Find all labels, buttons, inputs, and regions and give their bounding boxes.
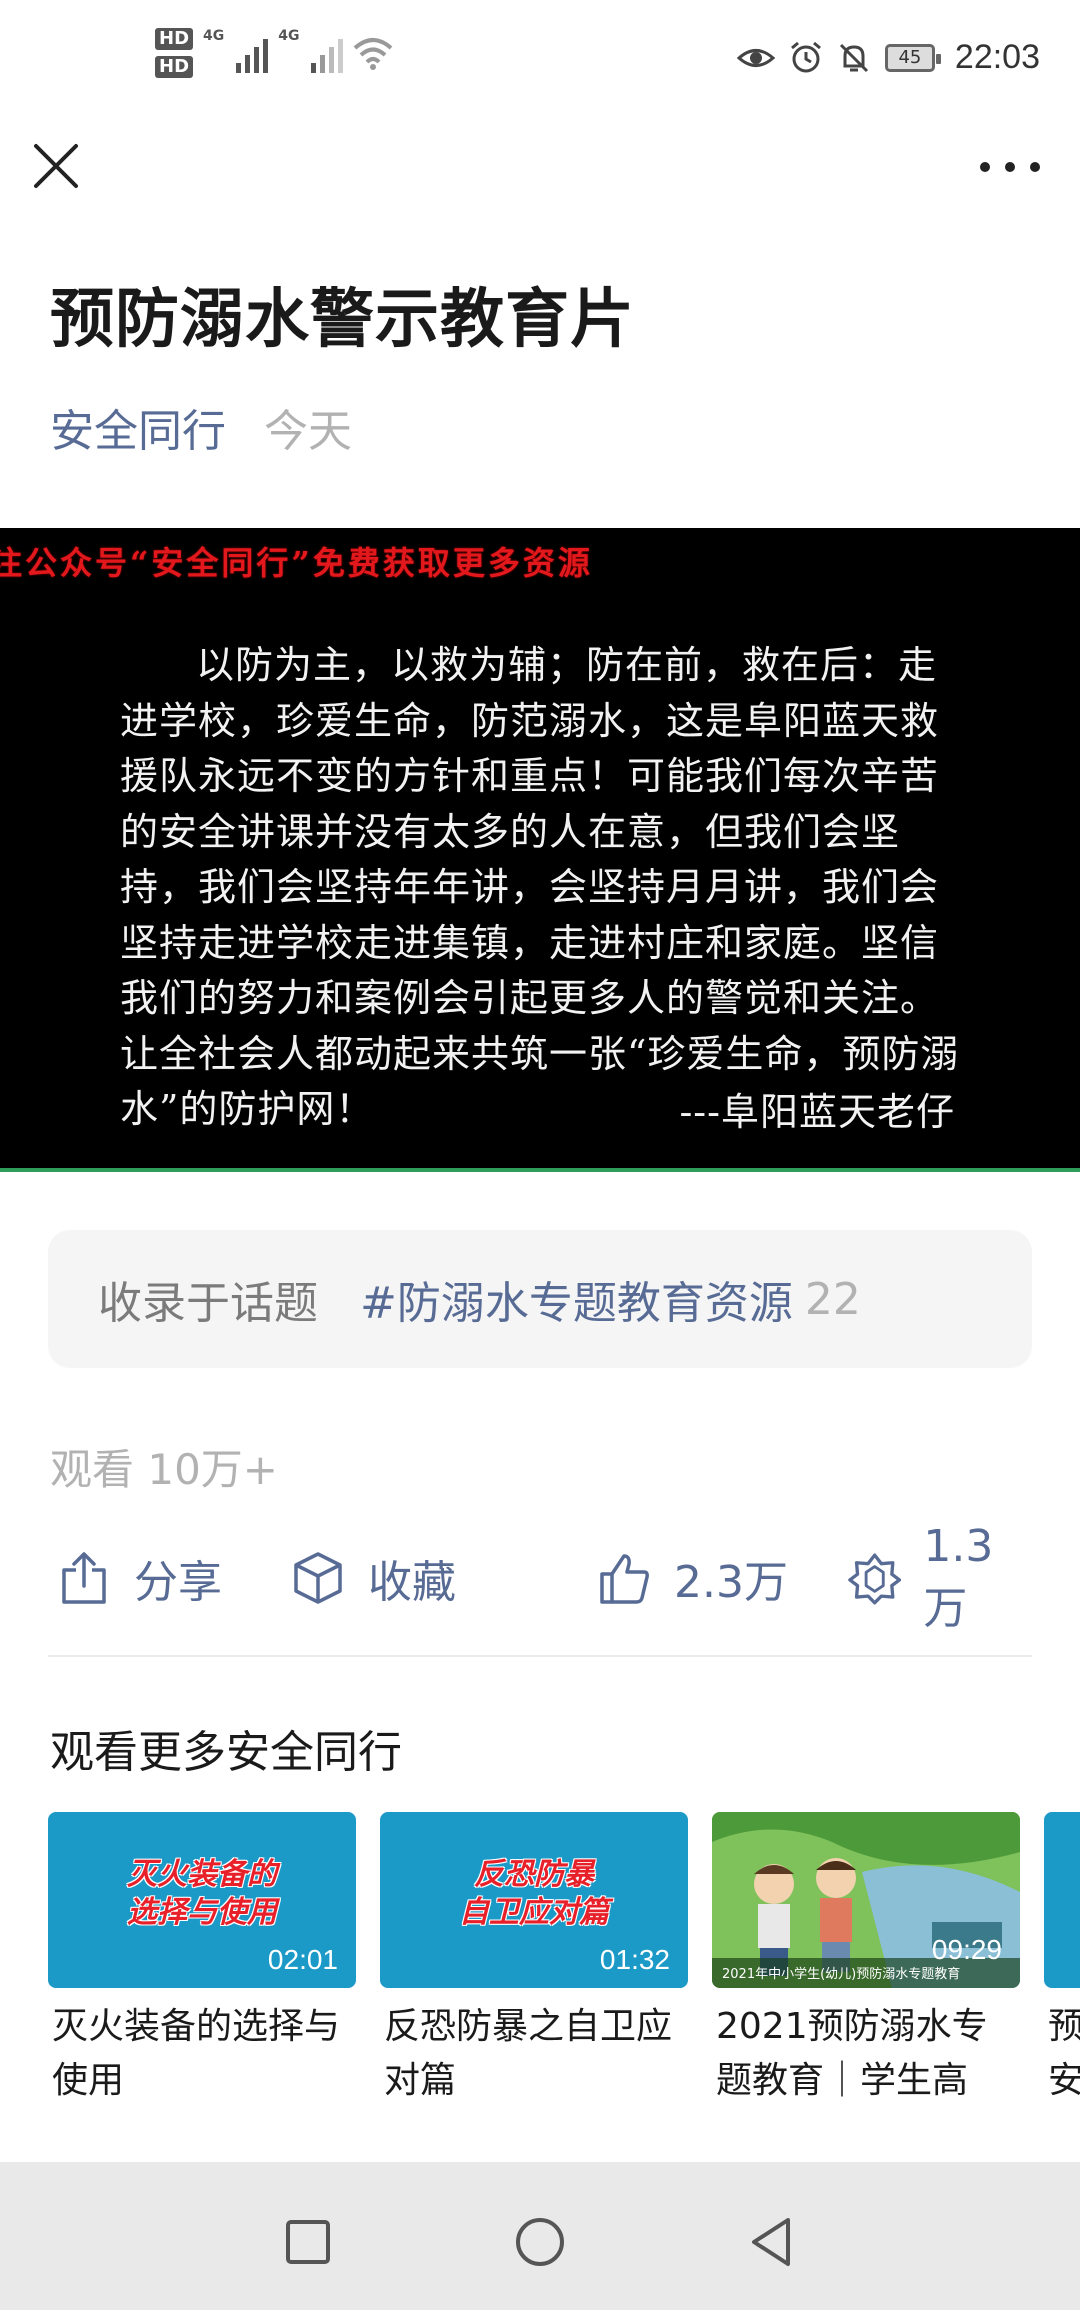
favorite-button[interactable]: 收藏 [290,1538,456,1618]
video-thumbnail[interactable]: 灭火装备的 选择与使用 02:01 [48,1812,356,1988]
article-meta: 安全同行 今天 [50,395,352,459]
divider [48,1655,1032,1657]
topic-tag-link[interactable]: #防溺水专题教育资源 [360,1267,793,1331]
video-thumbnail[interactable]: 反恐防暴 自卫应对篇 01:32 [380,1812,688,1988]
video-player[interactable]: 注公众号“安全同行”免费获取更多资源 以防为主，以救为辅；防在前，救在后：走进学… [0,528,1080,1172]
signal1-icon [236,33,269,73]
video-banner-text: 注公众号“安全同行”免费获取更多资源 [0,544,593,582]
bell-off-icon [839,43,868,72]
wow-button[interactable]: 1.3万 [848,1521,1032,1634]
wifi-icon [354,38,393,70]
like-count: 2.3万 [674,1557,788,1608]
more-dot-icon [1005,162,1015,172]
more-dot-icon [980,162,990,172]
status-left: HD HD 4G 4G [155,28,393,78]
hd-indicators: HD HD [155,28,194,78]
topic-count: 22 [804,1273,861,1325]
author-link[interactable]: 安全同行 [50,395,226,459]
cube-icon [294,1552,342,1604]
video-duration: 09:29 [931,1934,1002,1965]
like-button[interactable]: 2.3万 [596,1538,788,1618]
video-thumbnail[interactable]: 09:29 2021年中小学生(幼儿)预防溺水专题教育 [712,1812,1020,1988]
more-options-button[interactable] [980,150,1040,184]
share-icon [62,1552,106,1604]
recommendation-list: 灭火装备的 选择与使用 02:01 灭火装备的选择与使用 反恐防暴 自卫应对篇 … [48,1812,1080,2112]
view-count: 观看 10万+ [50,1445,278,1494]
article-title: 预防溺水警示教育片 [50,283,635,357]
video-thumbnail[interactable] [1044,1812,1080,1988]
hd2-badge: HD [155,56,194,78]
video-card-title[interactable]: 反恐防暴之自卫应对篇 [380,2000,688,2108]
wow-count: 1.3万 [923,1520,994,1634]
alarm-icon [790,41,821,72]
signal2-icon [311,33,344,73]
video-duration: 01:32 [599,1944,670,1975]
video-card-title[interactable]: 灭火装备的选择与使用 [48,2000,356,2108]
more-dot-icon [1030,162,1040,172]
clock: 22:03 [954,38,1040,76]
thumbs-up-icon [600,1554,649,1604]
eye-icon [736,48,775,67]
status-bar: HD HD 4G 4G 45 22:03 [0,0,1080,120]
video-duration: 02:01 [267,1944,338,1975]
favorite-label: 收藏 [368,1557,456,1608]
publish-date: 今天 [264,406,352,457]
more-section-title: 观看更多安全同行 [50,1727,402,1778]
share-button[interactable]: 分享 [56,1538,222,1618]
thumbnail-title: 反恐防暴 自卫应对篇 [459,1857,609,1930]
hd1-badge: HD [155,28,194,50]
video-card[interactable]: 09:29 2021年中小学生(幼儿)预防溺水专题教育 2021预防溺水专题教育… [712,1812,1020,2112]
video-body-text: 以防为主，以救为辅；防在前，救在后：走进学校，珍爱生命，防范溺水，这是阜阳蓝天救… [120,643,960,1131]
close-icon[interactable] [30,140,82,192]
thumbnail-title: 灭火装备的 选择与使用 [127,1857,277,1930]
recents-square-icon[interactable] [280,2214,336,2270]
wow-star-icon [848,1553,902,1605]
status-right: 45 22:03 [736,38,1040,77]
video-card-title[interactable]: 预安 [1044,2000,1080,2108]
video-card[interactable]: 预安 [1044,1812,1080,2108]
home-circle-icon[interactable] [512,2214,568,2270]
thumbnail-caption: 2021年中小学生(幼儿)预防溺水专题教育 [722,1967,961,1982]
network1-label: 4G [203,28,225,44]
video-card[interactable]: 灭火装备的 选择与使用 02:01 灭火装备的选择与使用 [48,1812,356,2108]
network2-label: 4G [278,28,300,44]
video-card-title[interactable]: 2021预防溺水专题教育｜学生高段… [712,2000,1020,2112]
video-signature: ---阜阳蓝天老仔 [679,1090,955,1134]
topic-box[interactable]: 收录于话题 #防溺水专题教育资源 22 [48,1230,1032,1368]
action-bar: 分享 收藏 2.3万 1.3万 [48,1521,1032,1634]
topic-label: 收录于话题 [98,1278,318,1329]
share-label: 分享 [134,1557,222,1608]
back-triangle-icon[interactable] [744,2214,800,2270]
video-card[interactable]: 反恐防暴 自卫应对篇 01:32 反恐防暴之自卫应对篇 [380,1812,688,2108]
system-nav-bar [0,2162,1080,2310]
battery-icon: 45 [884,43,941,72]
